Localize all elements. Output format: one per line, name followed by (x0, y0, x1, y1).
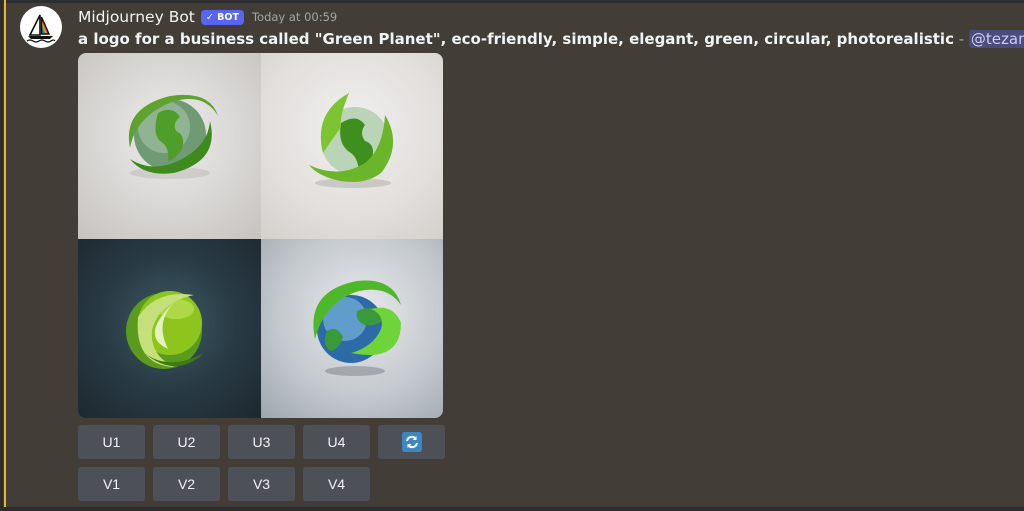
grid-image-3[interactable] (78, 239, 261, 418)
user-mention[interactable]: @tezansahu (968, 30, 1024, 48)
upscale-button-1[interactable]: U1 (78, 425, 145, 459)
upscale-button-4[interactable]: U4 (303, 425, 370, 459)
upscale-button-row: U1 U2 U3 U4 (78, 425, 445, 459)
separator: - (953, 30, 969, 48)
grid-image-4[interactable] (260, 239, 443, 418)
sailboat-logo-icon (26, 14, 56, 43)
globe-logo-icon (128, 94, 218, 179)
variation-button-2[interactable]: V2 (153, 467, 220, 501)
variation-button-4[interactable]: V4 (303, 467, 370, 501)
upscale-button-3[interactable]: U3 (228, 425, 295, 459)
author-name[interactable]: Midjourney Bot (78, 8, 195, 26)
grid-image-2[interactable] (260, 53, 443, 239)
mention-highlight-bar (4, 0, 6, 511)
left-edge (0, 0, 3, 511)
leaf-sphere-logo-icon (126, 291, 204, 369)
reroll-button[interactable] (378, 425, 445, 459)
bottom-border (0, 507, 1024, 511)
prompt-text: a logo for a business called "Green Plan… (78, 30, 954, 48)
timestamp: Today at 00:59 (251, 10, 338, 24)
variation-button-3[interactable]: V3 (228, 467, 295, 501)
variation-button-1[interactable]: V1 (78, 467, 145, 501)
message-header: Midjourney Bot ✓ BOT Today at 00:59 (78, 6, 337, 28)
avatar[interactable] (20, 6, 62, 48)
variation-button-row: V1 V2 V3 V4 (78, 467, 370, 501)
upscale-button-2[interactable]: U2 (153, 425, 220, 459)
bot-badge: ✓ BOT (200, 9, 244, 25)
reroll-icon (401, 432, 422, 452)
globe-logo-icon (308, 93, 393, 188)
grid-image-1[interactable] (78, 53, 261, 239)
image-grid[interactable] (78, 53, 443, 418)
message-content: a logo for a business called "Green Plan… (78, 30, 1024, 48)
earth-leaf-logo-icon (312, 280, 401, 376)
